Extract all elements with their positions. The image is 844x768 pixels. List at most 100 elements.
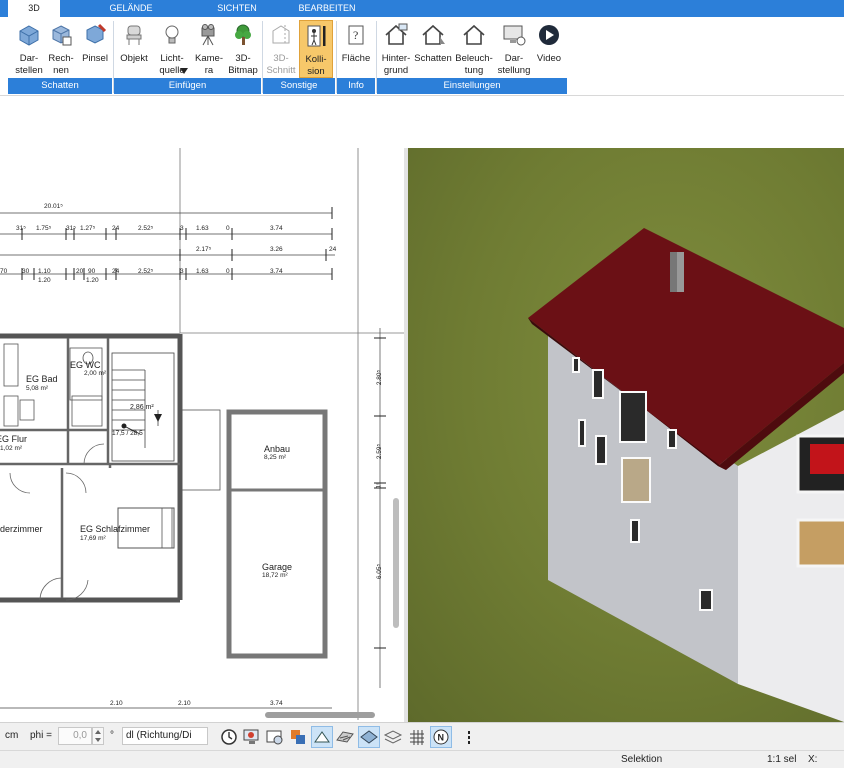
dim-label: 2.17⁵ bbox=[196, 246, 212, 253]
tab-gelaende[interactable]: GELÄNDE bbox=[100, 0, 162, 17]
person-collision-icon bbox=[307, 25, 326, 47]
more-icon[interactable] bbox=[458, 726, 480, 748]
grid-icon[interactable] bbox=[406, 726, 428, 748]
svg-text:?: ? bbox=[353, 28, 358, 42]
dim-label: 90 bbox=[88, 268, 96, 275]
dim-label: 1.75⁵ bbox=[36, 225, 52, 232]
dim-label: 1.63 bbox=[196, 268, 209, 275]
stair-height: 2,86 m² bbox=[130, 404, 154, 411]
tab-sichten[interactable]: SICHTEN bbox=[206, 0, 268, 17]
stair-dimension: 17,5 / 28,5 bbox=[112, 430, 143, 437]
dim-label: 2.80⁵ bbox=[376, 369, 384, 386]
dim-label: 1.10 bbox=[38, 268, 51, 275]
room-area: 8,25 m² bbox=[264, 454, 287, 461]
dim-label: 0 bbox=[226, 268, 230, 275]
dim-label: 2.52⁵ bbox=[138, 268, 154, 275]
room-name: EG Flur bbox=[0, 434, 28, 444]
floor-plan-drawing bbox=[0, 148, 404, 720]
objekt-button[interactable]: Objekt bbox=[116, 20, 152, 78]
dim-total: 20.01⁵ bbox=[44, 203, 63, 210]
play-video-icon bbox=[539, 25, 559, 45]
hintergrund-button[interactable]: Hinter- grund bbox=[378, 20, 414, 78]
bottom-toolbar: cm phi = 0,0 ° dl (Richtung/Di N bbox=[0, 722, 844, 751]
horizontal-scrollbar[interactable] bbox=[265, 712, 375, 718]
kollision-button[interactable]: Kolli- sion bbox=[299, 20, 333, 78]
dim-label: 3.74 bbox=[270, 268, 283, 275]
phi-label: phi = bbox=[30, 730, 52, 741]
cube-render-icon bbox=[19, 25, 39, 46]
view-icon[interactable] bbox=[264, 726, 286, 748]
floor-plan-view[interactable]: 20.01⁵ 31⁵ 1.75⁵ 31⁵ 1.27⁵ 24 2.52⁵ 3 1.… bbox=[0, 148, 404, 720]
phi-stepper[interactable] bbox=[92, 727, 104, 745]
lightbulb-icon bbox=[165, 25, 179, 44]
status-scale: 1:1 sel bbox=[767, 754, 797, 765]
area-info-icon: ? bbox=[348, 25, 364, 45]
direction-select[interactable]: dl (Richtung/Di bbox=[122, 727, 208, 745]
degree-label: ° bbox=[110, 730, 114, 741]
room-area: 17,69 m² bbox=[80, 535, 106, 542]
dim-label: 1⁵ bbox=[375, 482, 383, 489]
ribbon-tab-bar: 3D GELÄNDE SICHTEN BEARBEITEN bbox=[0, 0, 844, 17]
hatch-icon[interactable] bbox=[334, 726, 356, 748]
beleuchtung-button[interactable]: Beleuch- tung bbox=[454, 20, 494, 78]
tab-3d[interactable]: 3D bbox=[8, 0, 60, 17]
kamera-button[interactable]: Kame- ra bbox=[192, 20, 226, 78]
phi-input[interactable]: 0,0 bbox=[58, 727, 92, 745]
render-icon[interactable] bbox=[241, 726, 263, 748]
dim-label: 1.27⁵ bbox=[80, 225, 96, 232]
material-icon[interactable] bbox=[287, 726, 309, 748]
dim-label: 30 bbox=[22, 268, 30, 275]
schnitt3d-button[interactable]: 3D- Schnitt bbox=[264, 20, 298, 78]
ribbon: Dar- stellen Rech- nen Pinsel Objekt Lic… bbox=[0, 17, 844, 96]
group-einstellungen: Einstellungen bbox=[377, 78, 567, 94]
house-background-icon bbox=[385, 23, 408, 45]
3d-view[interactable] bbox=[408, 148, 844, 722]
status-bar: Selektion 1:1 sel X: bbox=[0, 750, 844, 768]
svg-text:N: N bbox=[438, 733, 445, 743]
room-area: 18,72 m² bbox=[262, 572, 288, 579]
flaeche-button[interactable]: ? Fläche bbox=[338, 20, 374, 78]
stack-icon[interactable] bbox=[382, 726, 404, 748]
brush-icon bbox=[86, 23, 107, 44]
schatten-button[interactable]: Schatten bbox=[414, 20, 452, 78]
darstellen-button[interactable]: Dar- stellen bbox=[12, 20, 46, 78]
dim-label: 1.20 bbox=[86, 277, 99, 284]
pinsel-button[interactable]: Pinsel bbox=[78, 20, 112, 78]
rechnen-button[interactable]: Rech- nen bbox=[46, 20, 76, 78]
dim-label: 70 bbox=[0, 268, 8, 275]
clock-icon[interactable] bbox=[218, 726, 240, 748]
monitor-settings-icon bbox=[503, 25, 526, 46]
bitmap3d-button[interactable]: 3D- Bitmap bbox=[226, 20, 260, 78]
dim-label: 24 bbox=[112, 225, 120, 232]
group-info: Info bbox=[337, 78, 375, 94]
dim-label: 2.10 bbox=[110, 700, 123, 707]
dim-label: 3.26 bbox=[270, 246, 283, 253]
tab-bearbeiten[interactable]: BEARBEITEN bbox=[290, 0, 364, 17]
dim-label: 0 bbox=[226, 225, 230, 232]
cube-calc-icon bbox=[52, 25, 72, 46]
dim-label: 20 bbox=[76, 268, 84, 275]
pen-icon[interactable] bbox=[311, 726, 333, 748]
chair-icon bbox=[126, 25, 142, 45]
dim-label: 1.63 bbox=[196, 225, 209, 232]
house-light-icon bbox=[463, 24, 485, 45]
layer-icon[interactable] bbox=[358, 726, 380, 748]
room-name: Anbau bbox=[264, 444, 291, 454]
house-shadow-icon bbox=[422, 24, 445, 45]
darstellung-button[interactable]: Dar- stellung bbox=[496, 20, 532, 78]
video-button[interactable]: Video bbox=[534, 20, 564, 78]
dim-label: 31⁵ bbox=[66, 225, 76, 232]
north-icon[interactable]: N bbox=[430, 726, 452, 748]
group-einfuegen: Einfügen bbox=[114, 78, 261, 94]
unit-label: cm bbox=[5, 730, 19, 741]
group-sonstige: Sonstige bbox=[263, 78, 335, 94]
stepper-arrows-icon bbox=[95, 730, 101, 742]
vertical-scrollbar[interactable] bbox=[393, 498, 399, 628]
dim-label: 1.20 bbox=[38, 277, 51, 284]
camera-icon bbox=[201, 24, 215, 46]
dim-label: 3 bbox=[180, 225, 184, 232]
lichtquelle-button[interactable]: Licht- quelle bbox=[154, 20, 190, 78]
room-name: derzimmer bbox=[0, 524, 43, 534]
dim-label: 31⁵ bbox=[16, 225, 26, 232]
dim-label: 3 bbox=[180, 268, 184, 275]
